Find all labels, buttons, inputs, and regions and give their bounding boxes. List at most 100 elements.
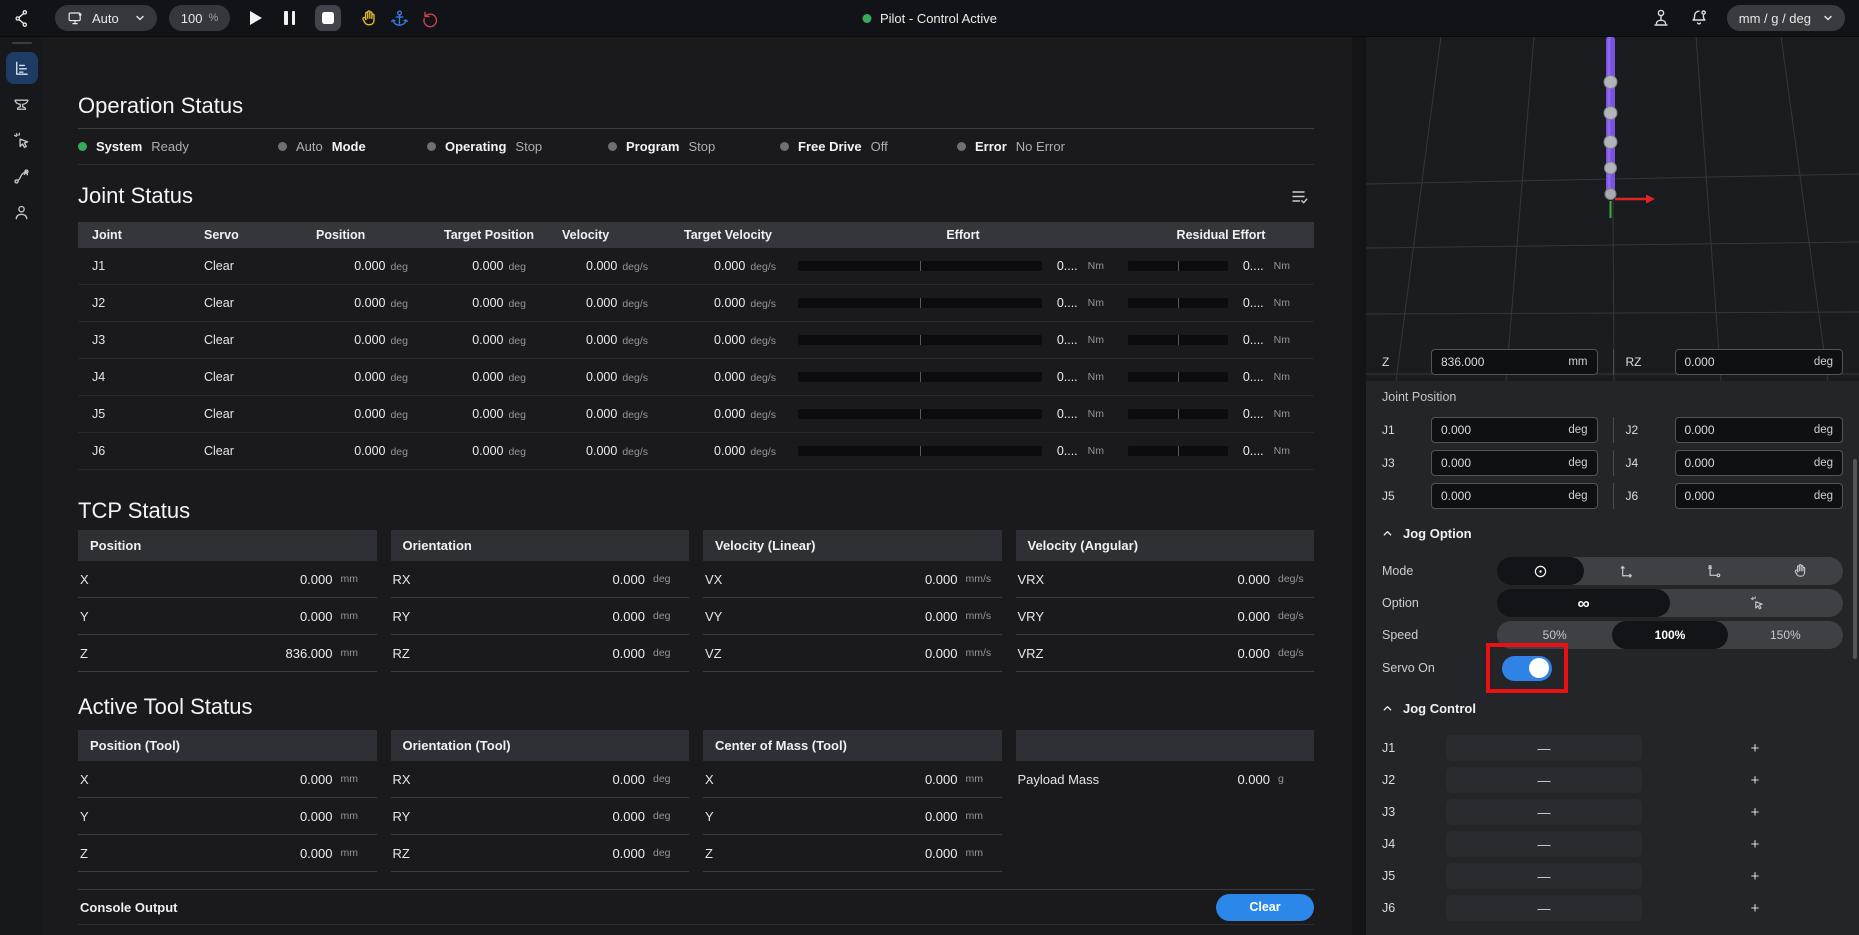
j2-jog-plus-button[interactable]: +: [1657, 767, 1853, 793]
bell-icon: [1689, 8, 1709, 28]
option-segment-continuous[interactable]: ∞: [1497, 589, 1670, 617]
residual-effort-bar: [1128, 372, 1228, 382]
reset-icon: [421, 9, 440, 28]
joint-field-j1: J1 0.000deg: [1382, 417, 1613, 443]
effort-value: 0....: [1052, 444, 1078, 458]
payload-label: Payload Mass: [1018, 772, 1100, 787]
j3-input[interactable]: 0.000deg: [1431, 450, 1598, 476]
j4-jog-plus-button[interactable]: +: [1657, 831, 1853, 857]
speed-segment-100[interactable]: 100%: [1612, 621, 1727, 649]
teach-pendant-button[interactable]: [1651, 8, 1671, 28]
hand-guide-button[interactable]: [359, 9, 378, 28]
unit: Nm: [1274, 445, 1290, 457]
j5-jog-plus-button[interactable]: +: [1657, 863, 1853, 889]
sidebar-item-users[interactable]: [6, 196, 38, 228]
tool-orientation-panel: Orientation (Tool) RX0.000deg RY0.000deg…: [391, 730, 690, 872]
status-dot: [780, 142, 789, 151]
unit: mm: [333, 810, 375, 822]
row-value: 0.000: [925, 609, 958, 624]
target-position-value: 0.000: [472, 370, 503, 384]
mode-segment-base-axes[interactable]: [1584, 557, 1671, 585]
row-label: VRY: [1018, 609, 1045, 624]
notifications-button[interactable]: [1689, 8, 1709, 28]
unit: deg: [390, 372, 408, 384]
stop-button[interactable]: [315, 5, 341, 31]
velocity-value: 0.000: [586, 444, 617, 458]
main-content: Operation Status System Ready Auto Mode …: [43, 36, 1352, 935]
column-header: Position: [302, 228, 430, 242]
j1-input[interactable]: 0.000deg: [1431, 417, 1598, 443]
anchor-button[interactable]: [390, 9, 409, 28]
j5-jog-minus-button[interactable]: —: [1446, 863, 1642, 889]
target-position-value: 0.000: [472, 407, 503, 421]
console-output-bar: Console Output Clear: [78, 889, 1314, 925]
j3-jog-minus-button[interactable]: —: [1446, 799, 1642, 825]
position-value: 0.000: [354, 296, 385, 310]
rz-position-input[interactable]: 0.000 deg: [1675, 349, 1844, 375]
j5-input[interactable]: 0.000deg: [1431, 483, 1598, 509]
mode-segment-freedrive[interactable]: [1757, 557, 1844, 585]
sidebar-item-path-planning[interactable]: [6, 160, 38, 192]
status-value: Ready: [151, 139, 189, 154]
field-label: J4: [1626, 456, 1665, 470]
row-label: X: [80, 772, 89, 787]
app-logo[interactable]: [0, 9, 43, 28]
field-value: 836.000: [1441, 355, 1484, 369]
j1-jog-plus-button[interactable]: +: [1657, 735, 1853, 761]
joint-field-j4: J4 0.000deg: [1613, 450, 1844, 476]
units-dropdown[interactable]: mm / g / deg: [1727, 5, 1845, 31]
unit: Nm: [1274, 334, 1290, 346]
j2-input[interactable]: 0.000deg: [1675, 417, 1844, 443]
unit: mm/s: [958, 647, 1000, 659]
j1-jog-minus-button[interactable]: —: [1446, 735, 1642, 761]
reset-button[interactable]: [421, 9, 440, 28]
list-check-icon: [1290, 187, 1310, 207]
j3-jog-plus-button[interactable]: +: [1657, 799, 1853, 825]
j6-jog-plus-button[interactable]: +: [1657, 895, 1853, 921]
unit: deg/s: [622, 335, 648, 347]
column-settings-button[interactable]: [1290, 187, 1314, 207]
j4-input[interactable]: 0.000deg: [1675, 450, 1844, 476]
pose-field-rz: RZ 0.000 deg: [1613, 349, 1844, 375]
panel-gap: [1352, 36, 1366, 935]
unit: Nm: [1088, 260, 1104, 272]
row-label: Y: [80, 809, 89, 824]
position-value: 0.000: [354, 333, 385, 347]
unit: Nm: [1274, 408, 1290, 420]
j6-jog-minus-button[interactable]: —: [1446, 895, 1642, 921]
robot-3d-viewport[interactable]: [1366, 36, 1859, 381]
play-button[interactable]: [242, 11, 262, 25]
infinity-icon: ∞: [1577, 595, 1589, 612]
unit: deg/s: [1270, 610, 1312, 622]
jog-option-collapse-header[interactable]: Jog Option: [1382, 526, 1843, 541]
joint-row-j1: J1 Clear 0.000deg 0.000deg 0.000deg/s 0.…: [78, 248, 1314, 285]
effort-value: 0....: [1052, 259, 1078, 273]
mode-select-dropdown[interactable]: Auto: [55, 5, 157, 31]
j2-jog-minus-button[interactable]: —: [1446, 767, 1642, 793]
status-item-free-drive: Free Drive Off: [780, 139, 957, 154]
field-label: J3: [1382, 456, 1421, 470]
unit: deg/s: [1270, 573, 1312, 585]
speed-percentage-pill[interactable]: 100 %: [169, 5, 230, 31]
joint-table-header: Joint Servo Position Target Position Vel…: [78, 222, 1314, 248]
servo-on-toggle[interactable]: [1502, 656, 1552, 681]
row-value: 0.000: [300, 809, 333, 824]
mode-segment-tool-axes[interactable]: [1670, 557, 1757, 585]
option-segment-step[interactable]: [1670, 589, 1843, 617]
mode-segment-tcp[interactable]: [1497, 557, 1584, 585]
status-dot: [427, 142, 436, 151]
sidebar-item-monitoring[interactable]: [6, 52, 38, 84]
speed-segment-150[interactable]: 150%: [1728, 621, 1843, 649]
jog-row-j6: J6 — +: [1382, 895, 1843, 921]
sidebar-item-manual-control[interactable]: [6, 124, 38, 156]
z-position-input[interactable]: 836.000 mm: [1431, 349, 1598, 375]
j6-input[interactable]: 0.000deg: [1675, 483, 1844, 509]
row-value: 0.000: [300, 609, 333, 624]
sidebar-item-workcell[interactable]: [6, 88, 38, 120]
units-value: mm / g / deg: [1739, 11, 1811, 26]
pause-button[interactable]: [274, 11, 295, 25]
j4-jog-minus-button[interactable]: —: [1446, 831, 1642, 857]
jog-control-collapse-header[interactable]: Jog Control: [1382, 701, 1843, 716]
panel-scrollbar[interactable]: [1853, 459, 1857, 659]
console-clear-button[interactable]: Clear: [1216, 894, 1314, 921]
